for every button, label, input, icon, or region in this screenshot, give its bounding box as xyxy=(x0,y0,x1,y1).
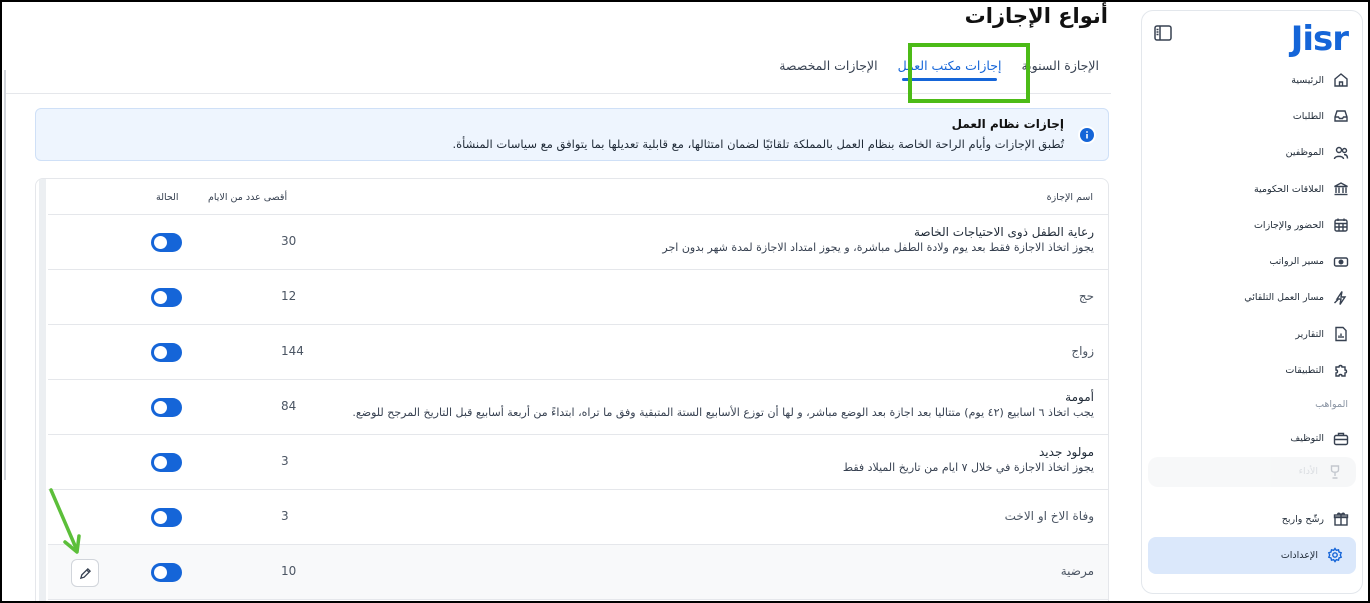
report-icon xyxy=(1332,325,1350,343)
table-row[interactable]: مرضية 10 xyxy=(48,545,1108,600)
max-days-value: 3 xyxy=(281,454,289,468)
sidebar-item-referral[interactable]: رشّح واربح xyxy=(1142,501,1362,537)
sidebar-item-reports[interactable]: التقارير xyxy=(1142,316,1362,352)
table-scrollbar[interactable] xyxy=(39,179,46,603)
header-status: الحالة xyxy=(156,192,179,203)
status-toggle[interactable] xyxy=(151,453,182,472)
max-days-value: 30 xyxy=(281,234,297,248)
status-toggle[interactable] xyxy=(151,288,182,307)
table-header: اسم الإجازة أقصى عدد من الايام الحالة xyxy=(48,179,1108,215)
leave-name: أمومة xyxy=(1065,390,1094,404)
tab-labor-office-leaves[interactable]: إجازات مكتب العمل xyxy=(888,49,1012,87)
status-toggle[interactable] xyxy=(151,233,182,252)
info-banner: إجازات نظام العمل تُطبق الإجازات وأيام ا… xyxy=(35,108,1109,161)
info-description: تُطبق الإجازات وأيام الراحة الخاصة بنظام… xyxy=(452,137,1064,151)
sidebar-item-label: الرئيسية xyxy=(1291,74,1324,86)
sidebar-item-payroll[interactable]: مسير الرواتب xyxy=(1142,243,1362,279)
home-icon xyxy=(1332,71,1350,89)
sidebar-item-employees[interactable]: الموظفين xyxy=(1142,135,1362,171)
sidebar-item-settings[interactable]: الإعدادات xyxy=(1148,537,1356,574)
sidebar-item-label: مسار العمل التلقائي xyxy=(1244,292,1324,304)
sidebar-item-label: الإعدادات xyxy=(1280,549,1318,561)
status-toggle[interactable] xyxy=(151,343,182,362)
info-icon xyxy=(1078,126,1096,144)
info-title: إجازات نظام العمل xyxy=(951,117,1064,131)
leave-description: يجوز اتخاذ الاجازة في خلال ٧ ايام من تار… xyxy=(842,461,1094,474)
briefcase-icon xyxy=(1332,430,1350,448)
edit-button[interactable] xyxy=(71,559,99,587)
sidebar-item-label: العلاقات الحكومية xyxy=(1253,183,1324,195)
sidebar-item-requests[interactable]: الطلبات xyxy=(1142,98,1362,134)
leave-description: يجوز اتخاذ الاجازة فقط بعد يوم ولادة الط… xyxy=(662,241,1094,254)
status-toggle[interactable] xyxy=(151,398,182,417)
leave-types-table: اسم الإجازة أقصى عدد من الايام الحالة رع… xyxy=(35,178,1109,603)
table-row[interactable]: وفاة الاخ او الاخت 3 xyxy=(48,490,1108,545)
sidebar-nav: الرئيسية الطلبات الموظفين العلاقات الحكو… xyxy=(1142,62,1362,574)
sidebar-item-label: رشّح واربح xyxy=(1281,513,1324,525)
sidebar-item-label: الموظفين xyxy=(1285,147,1324,159)
calendar-icon xyxy=(1332,216,1350,234)
gift-icon xyxy=(1332,510,1350,528)
government-icon xyxy=(1332,180,1350,198)
leave-name: زواج xyxy=(1071,344,1094,358)
max-days-value: 12 xyxy=(281,289,297,303)
pencil-icon xyxy=(79,567,91,579)
leave-name: رعاية الطفل ذوى الاحتياجات الخاصة xyxy=(913,225,1094,239)
max-days-value: 144 xyxy=(281,344,304,358)
header-max-days: أقصى عدد من الايام xyxy=(208,192,288,203)
sidebar-item-attendance[interactable]: الحضور والإجازات xyxy=(1142,207,1362,243)
sidebar-item-recruitment[interactable]: التوظيف xyxy=(1142,421,1362,457)
table-row[interactable]: مولود جديد يجوز اتخاذ الاجازة في خلال ٧ … xyxy=(48,435,1108,490)
sidebar: Jisr الرئيسية الطلبات الموظفين العلاقات … xyxy=(1141,10,1363,594)
sidebar-item-apps[interactable]: التطبيقات xyxy=(1142,352,1362,388)
inbox-icon xyxy=(1332,107,1350,125)
sidebar-item-label: الطلبات xyxy=(1292,110,1324,122)
sidebar-item-label: الحضور والإجازات xyxy=(1253,219,1324,231)
users-icon xyxy=(1332,144,1350,162)
sidebar-item-label: الأداء xyxy=(1298,466,1318,478)
sidebar-item-automation[interactable]: مسار العمل التلقائي xyxy=(1142,280,1362,316)
sidebar-item-label: التقارير xyxy=(1295,328,1324,340)
puzzle-icon xyxy=(1332,362,1350,380)
sidebar-item-label: مسير الرواتب xyxy=(1269,256,1324,268)
leave-name: وفاة الاخ او الاخت xyxy=(1004,509,1094,523)
sidebar-item-label: التطبيقات xyxy=(1285,365,1324,377)
leave-description: يجب اتخاذ ٦ اسابيع (٤٢ يوم) متتاليا بعد … xyxy=(352,406,1094,419)
jisr-logo[interactable]: Jisr xyxy=(1291,19,1349,59)
sidebar-item-home[interactable]: الرئيسية xyxy=(1142,62,1362,98)
sidebar-toggle-icon[interactable] xyxy=(1154,25,1172,41)
header-leave-name: اسم الإجازة xyxy=(1046,192,1093,203)
leave-name: مولود جديد xyxy=(1039,445,1094,459)
status-toggle[interactable] xyxy=(151,563,182,582)
trophy-icon xyxy=(1326,463,1344,481)
gear-icon xyxy=(1326,546,1344,564)
max-days-value: 10 xyxy=(281,564,297,578)
scrollbar[interactable] xyxy=(4,70,6,480)
automation-icon xyxy=(1332,289,1350,307)
money-icon xyxy=(1332,253,1350,271)
leave-name: حج xyxy=(1078,289,1094,303)
table-row[interactable]: حج 12 xyxy=(48,270,1108,325)
tabs-bar: الإجازة السنوية إجازات مكتب العمل الإجاز… xyxy=(769,49,1109,87)
sidebar-section-talent: المواهب xyxy=(1315,399,1348,411)
max-days-value: 84 xyxy=(281,399,297,413)
sidebar-item-label: التوظيف xyxy=(1290,433,1324,445)
tab-custom-leaves[interactable]: الإجازات المخصصة xyxy=(769,49,887,87)
page-title: أنواع الإجازات xyxy=(964,4,1108,28)
sidebar-item-performance[interactable]: الأداء xyxy=(1148,456,1356,487)
leave-name: مرضية xyxy=(1060,564,1094,578)
table-row[interactable]: رعاية الطفل ذوى الاحتياجات الخاصة يجوز ا… xyxy=(48,215,1108,270)
sidebar-item-government[interactable]: العلاقات الحكومية xyxy=(1142,171,1362,207)
status-toggle[interactable] xyxy=(151,508,182,527)
tabs-divider xyxy=(6,93,1111,94)
max-days-value: 3 xyxy=(281,509,289,523)
table-row[interactable]: زواج 144 xyxy=(48,325,1108,380)
table-row[interactable]: أمومة يجب اتخاذ ٦ اسابيع (٤٢ يوم) متتالي… xyxy=(48,380,1108,435)
tab-annual-leave[interactable]: الإجازة السنوية xyxy=(1011,49,1109,87)
